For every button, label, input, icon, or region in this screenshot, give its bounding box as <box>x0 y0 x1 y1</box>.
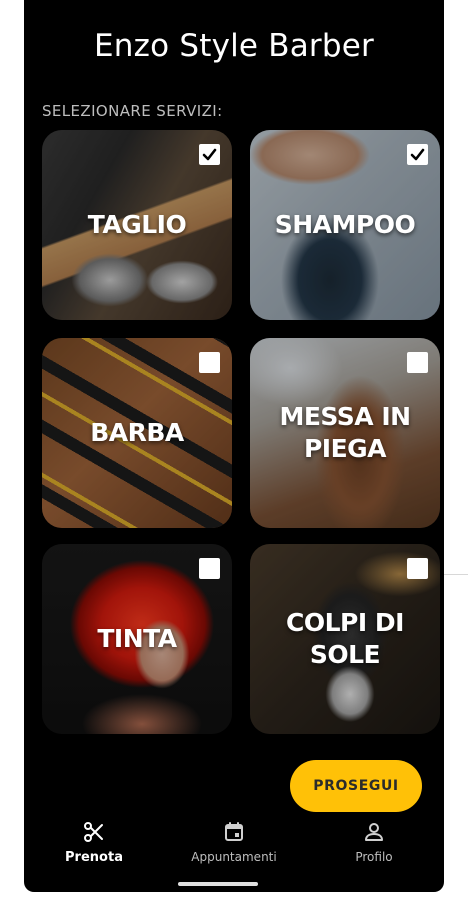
nav-item-appuntamenti[interactable]: Appuntamenti <box>164 820 304 864</box>
service-card-messa-in-piega[interactable]: MESSA IN PIEGA <box>250 338 440 528</box>
app-screen: Enzo Style Barber SELEZIONARE SERVIZI: T… <box>24 0 444 892</box>
service-card-barba[interactable]: BARBA <box>42 338 232 528</box>
home-indicator <box>178 882 258 886</box>
divider <box>444 574 468 575</box>
nav-item-prenota[interactable]: Prenota <box>24 820 164 865</box>
service-checkbox[interactable] <box>407 352 428 373</box>
nav-item-profilo[interactable]: Profilo <box>304 820 444 864</box>
section-label: SELEZIONARE SERVIZI: <box>42 102 223 120</box>
person-icon <box>365 823 383 841</box>
nav-label: Appuntamenti <box>191 850 277 864</box>
scissors-icon <box>84 822 103 842</box>
service-label: MESSA IN PIEGA <box>279 402 411 463</box>
app-title: Enzo Style Barber <box>94 28 374 64</box>
service-card-colpi-di-sole[interactable]: COLPI DI SOLE <box>250 544 440 734</box>
bottom-nav: Prenota Appuntamenti Profilo <box>24 814 444 892</box>
service-checkbox-checked[interactable] <box>407 144 428 165</box>
service-checkbox[interactable] <box>407 558 428 579</box>
service-card-taglio[interactable]: TAGLIO <box>42 130 232 320</box>
service-label: TINTA <box>97 624 177 653</box>
service-card-tinta[interactable]: TINTA <box>42 544 232 734</box>
nav-label: Profilo <box>355 850 393 864</box>
checkmark-icon <box>410 148 425 161</box>
service-checkbox-checked[interactable] <box>199 144 220 165</box>
service-label: SHAMPOO <box>274 210 416 239</box>
service-checkbox[interactable] <box>199 352 220 373</box>
service-label: COLPI DI SOLE <box>286 608 404 669</box>
service-card-shampoo[interactable]: SHAMPOO <box>250 130 440 320</box>
calendar-icon <box>225 822 243 841</box>
service-checkbox[interactable] <box>199 558 220 579</box>
prosegui-button[interactable]: PROSEGUI <box>290 760 422 812</box>
checkmark-icon <box>202 148 217 161</box>
service-label: BARBA <box>90 418 184 447</box>
nav-label: Prenota <box>65 850 123 865</box>
service-label: TAGLIO <box>87 210 187 239</box>
